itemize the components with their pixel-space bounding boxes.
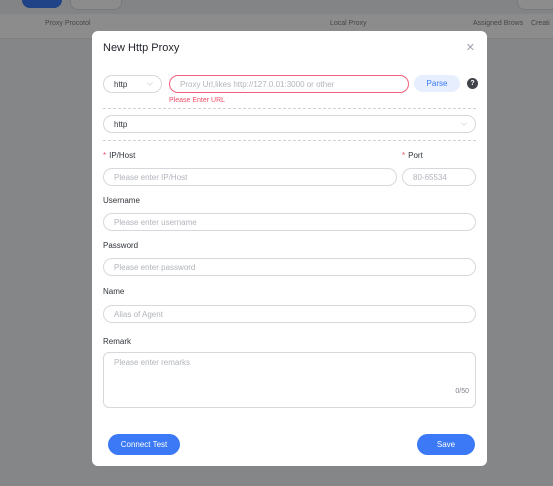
name-input[interactable]: Alias of Agent: [103, 305, 476, 323]
ip-host-label: * IP/Host: [103, 151, 136, 160]
divider: [103, 108, 476, 109]
proxy-url-input[interactable]: Proxy Url,likes http://127.0.01:3000 or …: [169, 75, 409, 93]
username-input[interactable]: Please enter username: [103, 213, 476, 231]
dialog-title: New Http Proxy: [103, 42, 180, 54]
close-icon[interactable]: ✕: [466, 41, 475, 54]
remark-textarea[interactable]: Please enter remarks 0/50: [103, 352, 476, 408]
password-label: Password: [103, 241, 139, 250]
proxy-type-value: http: [114, 119, 128, 129]
proxy-url-placeholder: Proxy Url,likes http://127.0.01:3000 or …: [180, 79, 335, 89]
port-label: * Port: [402, 151, 423, 160]
protocol-select-value: http: [114, 79, 128, 89]
new-http-proxy-dialog: New Http Proxy ✕ http ⌵ Proxy Url,likes …: [92, 31, 487, 466]
connect-test-button[interactable]: Connect Test: [108, 434, 180, 455]
name-label: Name: [103, 287, 125, 296]
ip-host-input[interactable]: Please enter IP/Host: [103, 168, 397, 186]
username-label: Username: [103, 196, 140, 205]
chevron-down-icon: ⌵: [460, 118, 467, 128]
chevron-down-icon: ⌵: [146, 78, 153, 88]
password-input[interactable]: Please enter password: [103, 258, 476, 276]
protocol-select[interactable]: http ⌵: [103, 75, 162, 93]
port-input[interactable]: 80-65534: [402, 168, 476, 186]
proxy-type-select[interactable]: http ⌵: [103, 115, 476, 133]
remark-placeholder: Please enter remarks: [114, 358, 191, 367]
help-icon[interactable]: ?: [467, 78, 478, 89]
divider: [103, 140, 476, 141]
url-error-message: Please Enter URL: [169, 97, 226, 104]
parse-button[interactable]: Parse: [414, 75, 460, 92]
remark-char-counter: 0/50: [455, 388, 469, 395]
save-button[interactable]: Save: [417, 434, 475, 455]
remark-label: Remark: [103, 337, 132, 346]
